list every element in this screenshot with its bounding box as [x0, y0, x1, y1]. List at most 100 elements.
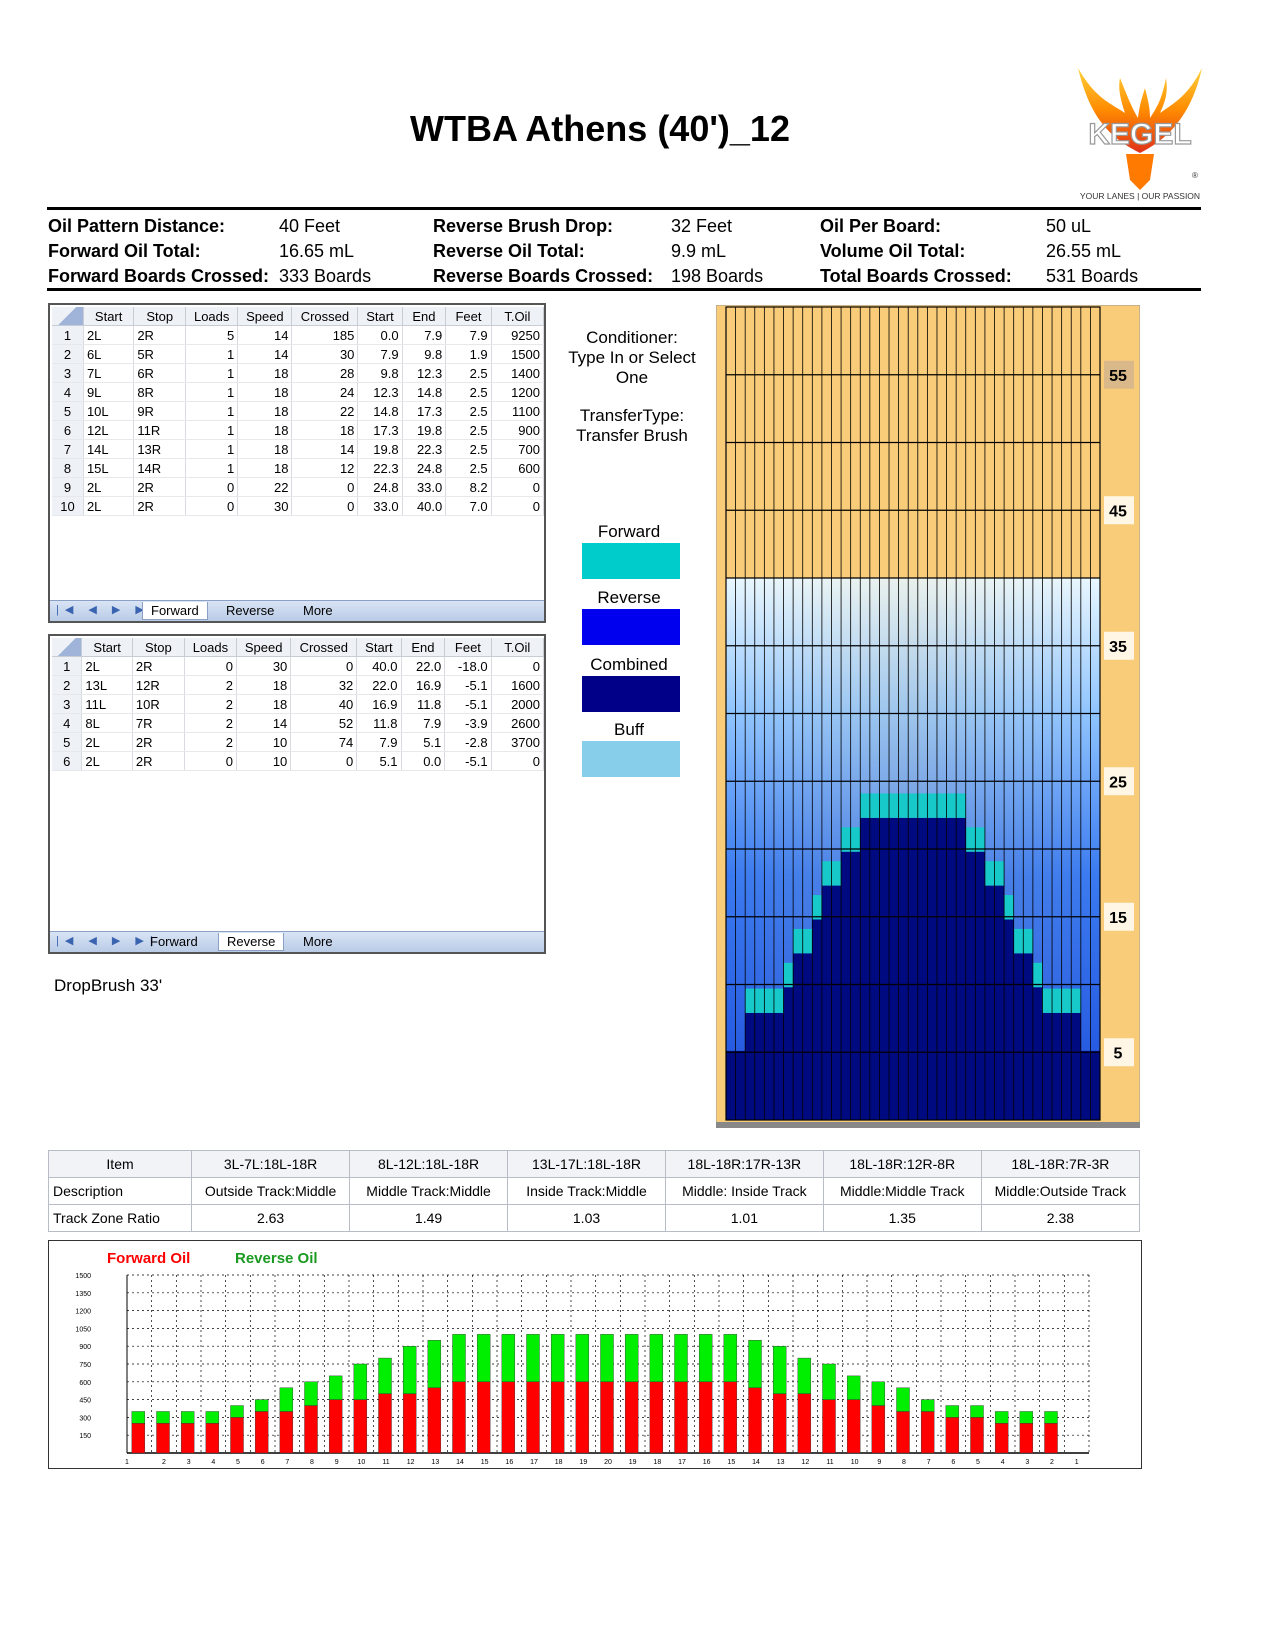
table-cell[interactable]: 0 — [185, 477, 239, 497]
table-row[interactable]: 1 2L 2R 0 30 0 40.0 22.0 -18.0 0 — [52, 656, 545, 676]
table-cell[interactable]: 1500 — [491, 344, 545, 364]
table-cell[interactable]: 10 — [236, 732, 292, 752]
table-row[interactable]: 4 9L 8R 1 18 24 12.3 14.8 2.5 1200 — [52, 382, 545, 402]
table-cell[interactable]: 2.5 — [445, 420, 492, 440]
table-cell[interactable]: 32 — [290, 675, 358, 695]
table-cell[interactable]: 2L — [81, 732, 133, 752]
table-cell[interactable]: 9R — [133, 401, 187, 421]
table-cell[interactable]: 7L — [83, 363, 135, 383]
table-cell[interactable]: 33.0 — [357, 496, 403, 516]
table-row[interactable]: 2 13L 12R 2 18 32 22.0 16.9 -5.1 1600 — [52, 675, 545, 695]
table-cell[interactable]: 0 — [291, 496, 359, 516]
table-cell[interactable]: 18 — [237, 382, 293, 402]
table-cell[interactable]: 30 — [291, 344, 359, 364]
table-cell[interactable]: 18 — [236, 675, 292, 695]
table-cell[interactable]: 600 — [491, 458, 545, 478]
table-cell[interactable]: 1 — [185, 458, 239, 478]
table-cell[interactable]: 1 — [185, 420, 239, 440]
tab-forward[interactable]: Forward — [142, 933, 206, 950]
table-cell[interactable]: 8L — [81, 713, 133, 733]
table-cell[interactable]: 1 — [185, 439, 239, 459]
tab-reverse[interactable]: Reverse — [218, 933, 285, 951]
table-cell[interactable]: 1400 — [491, 363, 545, 383]
table-row[interactable]: 10 2L 2R 0 30 0 33.0 40.0 7.0 0 — [52, 496, 545, 516]
table-cell[interactable]: 0.0 — [401, 751, 446, 771]
table-cell[interactable]: 2 — [184, 732, 238, 752]
table-cell[interactable]: 1 — [185, 344, 239, 364]
table-cell[interactable]: 7.9 — [357, 344, 403, 364]
table-cell[interactable]: 40.0 — [356, 656, 402, 676]
table-cell[interactable]: 9.8 — [357, 363, 403, 383]
table-cell[interactable]: 12L — [83, 420, 135, 440]
table-cell[interactable]: -18.0 — [444, 656, 492, 676]
table-cell[interactable]: 16.9 — [401, 675, 446, 695]
table-cell[interactable]: 9250 — [491, 325, 545, 345]
table-cell[interactable]: 2L — [81, 751, 133, 771]
table-cell[interactable]: 2.5 — [445, 363, 492, 383]
table-row[interactable]: 3 7L 6R 1 18 28 9.8 12.3 2.5 1400 — [52, 363, 545, 383]
table-cell[interactable]: -5.1 — [444, 694, 492, 714]
table-cell[interactable]: 13L — [81, 675, 133, 695]
table-cell[interactable]: 18 — [237, 439, 293, 459]
table-cell[interactable]: 13R — [133, 439, 187, 459]
table-row[interactable]: 7 14L 13R 1 18 14 19.8 22.3 2.5 700 — [52, 439, 545, 459]
table-cell[interactable]: 2R — [133, 325, 187, 345]
table-cell[interactable]: 8.2 — [445, 477, 492, 497]
table-cell[interactable]: 18 — [237, 420, 293, 440]
table-cell[interactable]: 30 — [237, 496, 293, 516]
table-cell[interactable]: 11.8 — [401, 694, 446, 714]
table-cell[interactable]: 0 — [491, 656, 545, 676]
table-cell[interactable]: 14 — [237, 325, 293, 345]
table-row[interactable]: 4 8L 7R 2 14 52 11.8 7.9 -3.9 2600 — [52, 713, 545, 733]
table-cell[interactable]: 40 — [290, 694, 358, 714]
table-cell[interactable]: 7.9 — [401, 713, 446, 733]
table-cell[interactable]: 19.8 — [402, 420, 447, 440]
table-cell[interactable]: 0 — [185, 496, 239, 516]
table-cell[interactable]: 2L — [83, 496, 135, 516]
table-cell[interactable]: 22.3 — [402, 439, 447, 459]
table-cell[interactable]: 74 — [290, 732, 358, 752]
table-cell[interactable]: 14 — [236, 713, 292, 733]
table-cell[interactable]: 2R — [133, 496, 187, 516]
table-cell[interactable]: 30 — [236, 656, 292, 676]
table-cell[interactable]: 18 — [291, 420, 359, 440]
table-cell[interactable]: 2L — [81, 656, 133, 676]
table-cell[interactable]: 0 — [184, 751, 238, 771]
table-cell[interactable]: 12 — [291, 458, 359, 478]
table-cell[interactable]: 14 — [237, 344, 293, 364]
table-row[interactable]: 2 6L 5R 1 14 30 7.9 9.8 1.9 1500 — [52, 344, 545, 364]
table-cell[interactable]: 10L — [83, 401, 135, 421]
table-cell[interactable]: 18 — [237, 363, 293, 383]
table-cell[interactable]: 14 — [291, 439, 359, 459]
table-cell[interactable]: 0 — [491, 477, 545, 497]
table-cell[interactable]: 10R — [132, 694, 185, 714]
table-cell[interactable]: -3.9 — [444, 713, 492, 733]
table-cell[interactable]: 2.5 — [445, 382, 492, 402]
table-cell[interactable]: 6R — [133, 363, 187, 383]
table-row[interactable]: 3 11L 10R 2 18 40 16.9 11.8 -5.1 2000 — [52, 694, 545, 714]
table-cell[interactable]: 2R — [132, 656, 185, 676]
table-cell[interactable]: 11L — [81, 694, 133, 714]
table-cell[interactable]: 1.9 — [445, 344, 492, 364]
reverse-grid[interactable]: Start Stop Loads Speed Crossed Start End Feet T.… — [48, 634, 546, 954]
forward-grid[interactable]: Start Stop Loads Speed Crossed Start End Feet T.… — [48, 303, 546, 623]
table-row[interactable]: 5 10L 9R 1 18 22 14.8 17.3 2.5 1100 — [52, 401, 545, 421]
table-row[interactable]: 6 12L 11R 1 18 18 17.3 19.8 2.5 900 — [52, 420, 545, 440]
table-cell[interactable]: 18 — [237, 401, 293, 421]
table-cell[interactable]: 17.3 — [402, 401, 447, 421]
table-cell[interactable]: 14L — [83, 439, 135, 459]
table-cell[interactable]: 5R — [133, 344, 187, 364]
table-cell[interactable]: 185 — [291, 325, 359, 345]
table-cell[interactable]: 10 — [236, 751, 292, 771]
table-cell[interactable]: 52 — [290, 713, 358, 733]
table-cell[interactable]: 2 — [184, 675, 238, 695]
table-cell[interactable]: 14.8 — [357, 401, 403, 421]
tab-reverse[interactable]: Reverse — [218, 602, 282, 619]
table-cell[interactable]: 11R — [133, 420, 187, 440]
table-cell[interactable]: 2600 — [491, 713, 545, 733]
table-row[interactable]: 9 2L 2R 0 22 0 24.8 33.0 8.2 0 — [52, 477, 545, 497]
table-cell[interactable]: 1100 — [491, 401, 545, 421]
table-cell[interactable]: 22.0 — [356, 675, 402, 695]
table-cell[interactable]: 9.8 — [402, 344, 447, 364]
table-cell[interactable]: 0.0 — [357, 325, 403, 345]
